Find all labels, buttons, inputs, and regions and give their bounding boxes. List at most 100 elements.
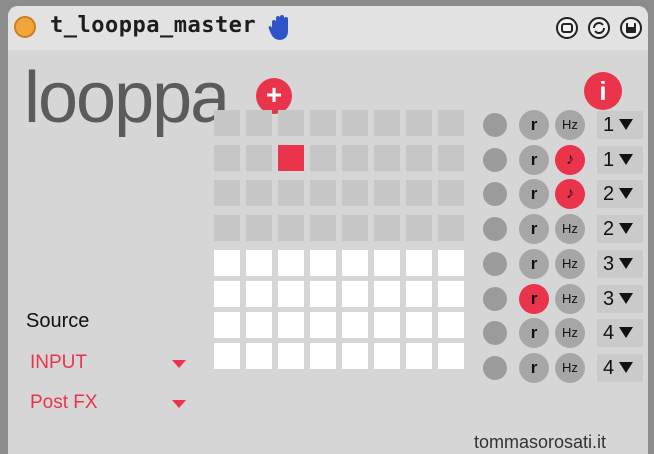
grid-cell[interactable] <box>438 343 464 369</box>
grid-cell[interactable] <box>310 250 336 276</box>
grid-cell[interactable] <box>246 343 272 369</box>
grid-cell[interactable] <box>278 180 304 206</box>
grid-cell[interactable] <box>246 281 272 307</box>
grid-cell[interactable] <box>310 343 336 369</box>
grid-cell[interactable] <box>438 312 464 338</box>
grid-cell[interactable] <box>342 215 368 241</box>
fx-select[interactable]: Post FX <box>30 392 98 414</box>
grid-cell[interactable] <box>406 110 432 136</box>
grid-cell[interactable] <box>214 312 240 338</box>
grid-cell[interactable] <box>214 250 240 276</box>
input-select[interactable]: INPUT <box>30 352 87 374</box>
hz-mode-button[interactable]: Hz <box>555 283 585 314</box>
grid-cell[interactable] <box>406 343 432 369</box>
reverse-button[interactable]: r <box>519 214 549 245</box>
row-toggle[interactable] <box>483 182 507 207</box>
hz-mode-button[interactable]: Hz <box>555 248 585 279</box>
grid-cell[interactable] <box>214 215 240 241</box>
grid-cell[interactable] <box>246 180 272 206</box>
grid-cell[interactable] <box>406 180 432 206</box>
division-select[interactable]: 3 <box>597 249 643 278</box>
chevron-down-icon[interactable] <box>172 400 186 408</box>
grid-cell[interactable] <box>278 215 304 241</box>
grid-cell[interactable] <box>342 343 368 369</box>
grid-cell[interactable] <box>342 180 368 206</box>
sync-button[interactable] <box>588 17 610 39</box>
grid-cell[interactable] <box>278 110 304 136</box>
hz-mode-button[interactable]: Hz <box>555 110 585 140</box>
reverse-button[interactable]: r <box>519 318 549 349</box>
row-toggle[interactable] <box>483 113 507 137</box>
grid-cell[interactable] <box>310 145 336 171</box>
grid-cell[interactable] <box>406 215 432 241</box>
grid-cell[interactable] <box>406 250 432 276</box>
reverse-button[interactable]: r <box>519 179 549 210</box>
grid-cell[interactable] <box>438 110 464 136</box>
grid-cell[interactable] <box>374 281 400 307</box>
division-select[interactable]: 3 <box>597 284 643 313</box>
add-button[interactable]: + <box>256 78 292 114</box>
row-toggle[interactable] <box>483 217 507 242</box>
grid-cell[interactable] <box>406 145 432 171</box>
note-mode-button[interactable]: ♪ <box>555 144 585 175</box>
division-select[interactable]: 2 <box>597 180 643 209</box>
hz-mode-button[interactable]: Hz <box>555 352 585 383</box>
grid-cell[interactable] <box>374 180 400 206</box>
grid-cell[interactable] <box>246 250 272 276</box>
credit-link[interactable]: tommasorosati.it <box>474 432 606 453</box>
grid-cell[interactable] <box>246 145 272 171</box>
division-select[interactable]: 4 <box>597 353 643 382</box>
grid-cell[interactable] <box>342 250 368 276</box>
division-select[interactable]: 1 <box>597 145 643 174</box>
row-toggle[interactable] <box>483 251 507 276</box>
hz-mode-button[interactable]: Hz <box>555 318 585 349</box>
reverse-button[interactable]: r <box>519 110 549 140</box>
chevron-down-icon[interactable] <box>172 360 186 368</box>
grid-cell[interactable] <box>374 312 400 338</box>
loop-button[interactable] <box>556 17 578 39</box>
grid-cell[interactable] <box>214 110 240 136</box>
hz-mode-button[interactable]: Hz <box>555 214 585 245</box>
grid-cell[interactable] <box>278 281 304 307</box>
grid-cell[interactable] <box>214 180 240 206</box>
grid-cell[interactable] <box>278 343 304 369</box>
row-toggle[interactable] <box>483 147 507 172</box>
division-select[interactable]: 2 <box>597 215 643 244</box>
grid-cell[interactable] <box>310 215 336 241</box>
grid-cell[interactable] <box>374 343 400 369</box>
row-toggle[interactable] <box>483 355 507 380</box>
grid-cell[interactable] <box>406 312 432 338</box>
grid-cell[interactable] <box>310 281 336 307</box>
note-mode-button[interactable]: ♪ <box>555 179 585 210</box>
reverse-button[interactable]: r <box>519 352 549 383</box>
row-toggle[interactable] <box>483 286 507 311</box>
grid-cell[interactable] <box>438 281 464 307</box>
grid-cell[interactable] <box>438 250 464 276</box>
grid-cell[interactable] <box>214 343 240 369</box>
division-select[interactable]: 4 <box>597 319 643 348</box>
grid-cell[interactable] <box>278 250 304 276</box>
division-select[interactable]: 1 <box>597 111 643 139</box>
grid-cell[interactable] <box>214 145 240 171</box>
grid-cell[interactable] <box>310 312 336 338</box>
grid-cell[interactable] <box>310 180 336 206</box>
grid-cell[interactable] <box>342 145 368 171</box>
grid-cell[interactable] <box>310 110 336 136</box>
grid-cell[interactable] <box>278 145 304 171</box>
grid-cell[interactable] <box>342 110 368 136</box>
grid-cell[interactable] <box>438 215 464 241</box>
grid-cell[interactable] <box>438 180 464 206</box>
reverse-button[interactable]: r <box>519 283 549 314</box>
grid-cell[interactable] <box>374 145 400 171</box>
reverse-button[interactable]: r <box>519 144 549 175</box>
row-toggle[interactable] <box>483 321 507 346</box>
reverse-button[interactable]: r <box>519 248 549 279</box>
grid-cell[interactable] <box>246 110 272 136</box>
grid-cell[interactable] <box>374 250 400 276</box>
grid-cell[interactable] <box>438 145 464 171</box>
grid-cell[interactable] <box>246 215 272 241</box>
grid-cell[interactable] <box>278 312 304 338</box>
grid-cell[interactable] <box>342 281 368 307</box>
grid-cell[interactable] <box>246 312 272 338</box>
grid-cell[interactable] <box>342 312 368 338</box>
